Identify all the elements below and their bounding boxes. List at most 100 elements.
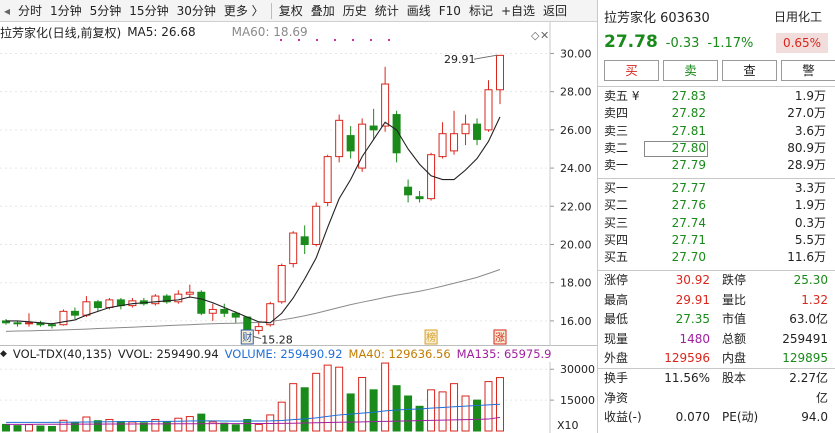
candlestick[interactable]: [323, 154, 332, 207]
back-arrow-icon[interactable]: ◂: [0, 4, 14, 18]
bid-row[interactable]: 买二 27.76 1.9万: [598, 197, 835, 214]
candlestick[interactable]: [392, 110, 401, 163]
volume-bar: [323, 364, 332, 432]
overlay-button[interactable]: 叠加: [307, 0, 339, 22]
mark-button[interactable]: 标记: [465, 0, 497, 22]
history-button[interactable]: 历史: [339, 0, 371, 22]
candle-body: [254, 326, 263, 331]
ask-row[interactable]: 卖二 27.80 80.9万: [598, 140, 835, 157]
price-tick-label: 20.00: [560, 238, 592, 251]
price-change: -0.33: [665, 36, 700, 51]
stats-row: 净资亿: [604, 390, 828, 405]
volume-bar: [461, 395, 470, 432]
candlestick[interactable]: [139, 297, 148, 306]
volume-bar: [473, 399, 482, 432]
sell-button[interactable]: 卖: [663, 60, 718, 81]
volume-bar: [105, 418, 114, 432]
bid-row[interactable]: 买五 27.70 11.6万: [598, 249, 835, 266]
ask-row[interactable]: 卖三 27.81 3.6万: [598, 123, 835, 140]
volume-bar: [289, 383, 298, 432]
candlestick[interactable]: [484, 80, 493, 132]
candlestick[interactable]: [116, 297, 125, 310]
chart-header: 拉芳家化(日线,前复权) MA5: 26.68 MA60: 18.69: [0, 23, 560, 41]
event-badge[interactable]: 榜: [424, 329, 438, 345]
volume-bar: [128, 421, 137, 432]
tab-15min[interactable]: 15分钟: [125, 0, 172, 22]
candlestick[interactable]: [289, 231, 298, 268]
candlestick[interactable]: [438, 122, 447, 159]
chart-title: 拉芳家化(日线,前复权): [0, 25, 122, 40]
candlestick[interactable]: [36, 320, 45, 327]
candlestick[interactable]: [312, 202, 321, 247]
stats-row: 涨停 30.92 跌停 25.30: [604, 273, 828, 287]
trade-buttons: 买 卖 查 警: [604, 60, 835, 81]
candle-body: [323, 156, 332, 203]
tab-more[interactable]: 更多 〉: [220, 0, 268, 22]
query-button[interactable]: 查: [722, 60, 777, 81]
candlestick[interactable]: [254, 322, 263, 335]
candlestick[interactable]: [461, 114, 470, 146]
event-badge-label: 榜: [426, 331, 436, 344]
volume-bar: [358, 376, 367, 432]
event-badge[interactable]: 涨: [493, 329, 507, 345]
price-chart[interactable]: 30.00 28.00 26.00 24.00 22.00 20.00 18.00 16.00…: [0, 22, 597, 345]
candle-body: [473, 123, 482, 140]
volume-bar: [392, 385, 401, 432]
candlestick[interactable]: [473, 118, 482, 146]
add-watchlist-button[interactable]: +自选: [497, 0, 539, 22]
bid-row[interactable]: 买一 27.77 3.3万: [598, 180, 835, 197]
candlestick[interactable]: [346, 126, 355, 159]
candlestick[interactable]: [450, 110, 459, 155]
tab-30min[interactable]: 30分钟: [173, 0, 220, 22]
volume-bar: [47, 425, 56, 432]
candle-body: [369, 125, 378, 131]
tab-intraday[interactable]: 分时: [14, 0, 46, 22]
candlestick[interactable]: [277, 263, 286, 304]
candle-body: [415, 196, 424, 200]
candlestick[interactable]: [93, 299, 102, 312]
candlestick[interactable]: [358, 118, 367, 172]
candlestick[interactable]: [300, 225, 309, 255]
candlestick[interactable]: [162, 294, 171, 304]
volume-bar: [427, 389, 436, 432]
bid-row[interactable]: 买四 27.71 5.5万: [598, 232, 835, 249]
price-row: 27.78 -0.33 -1.17%: [604, 32, 753, 52]
price-change-percent: -1.17%: [707, 36, 754, 51]
volume-bar: [484, 381, 493, 432]
candlestick[interactable]: [70, 307, 79, 319]
stats-button[interactable]: 统计: [371, 0, 403, 22]
bid-row[interactable]: 买三 27.74 0.3万: [598, 215, 835, 232]
candlestick[interactable]: [24, 313, 33, 327]
adjust-button[interactable]: 复权: [275, 0, 307, 22]
candlestick[interactable]: [415, 191, 424, 203]
industry-name[interactable]: 日用化工: [774, 8, 822, 25]
volume-bar: [162, 421, 171, 432]
candlestick[interactable]: [59, 309, 68, 326]
candlestick[interactable]: [496, 54, 504, 105]
candlestick[interactable]: [220, 303, 229, 318]
f10-button[interactable]: F10: [435, 0, 465, 22]
buy-button[interactable]: 买: [604, 60, 659, 81]
draw-line-button[interactable]: 画线: [403, 0, 435, 22]
candlestick[interactable]: [128, 297, 137, 308]
candlestick[interactable]: [2, 318, 10, 325]
candlestick[interactable]: [174, 290, 183, 304]
tab-1min[interactable]: 1分钟: [46, 0, 86, 22]
candlestick[interactable]: [208, 303, 217, 321]
return-button[interactable]: 返回: [539, 0, 571, 22]
candlestick[interactable]: [185, 284, 194, 298]
ask-row[interactable]: 卖五 ¥27.83 1.9万: [598, 88, 835, 105]
candlestick[interactable]: [197, 290, 206, 316]
tab-5min[interactable]: 5分钟: [86, 0, 126, 22]
ask-row[interactable]: 卖一 27.79 28.9万: [598, 157, 835, 174]
candlestick[interactable]: [335, 114, 344, 163]
candlestick[interactable]: [151, 294, 160, 306]
vvol-label: VVOL: 259490.94: [117, 347, 219, 361]
collapse-icon[interactable]: ◆: [0, 349, 7, 359]
candlestick[interactable]: [13, 320, 22, 327]
candlestick[interactable]: [404, 179, 413, 203]
event-badge[interactable]: 财: [240, 329, 254, 345]
ask-row[interactable]: 卖四 27.82 27.0万: [598, 105, 835, 122]
alert-button[interactable]: 警: [781, 60, 835, 81]
candle-body: [381, 83, 390, 127]
